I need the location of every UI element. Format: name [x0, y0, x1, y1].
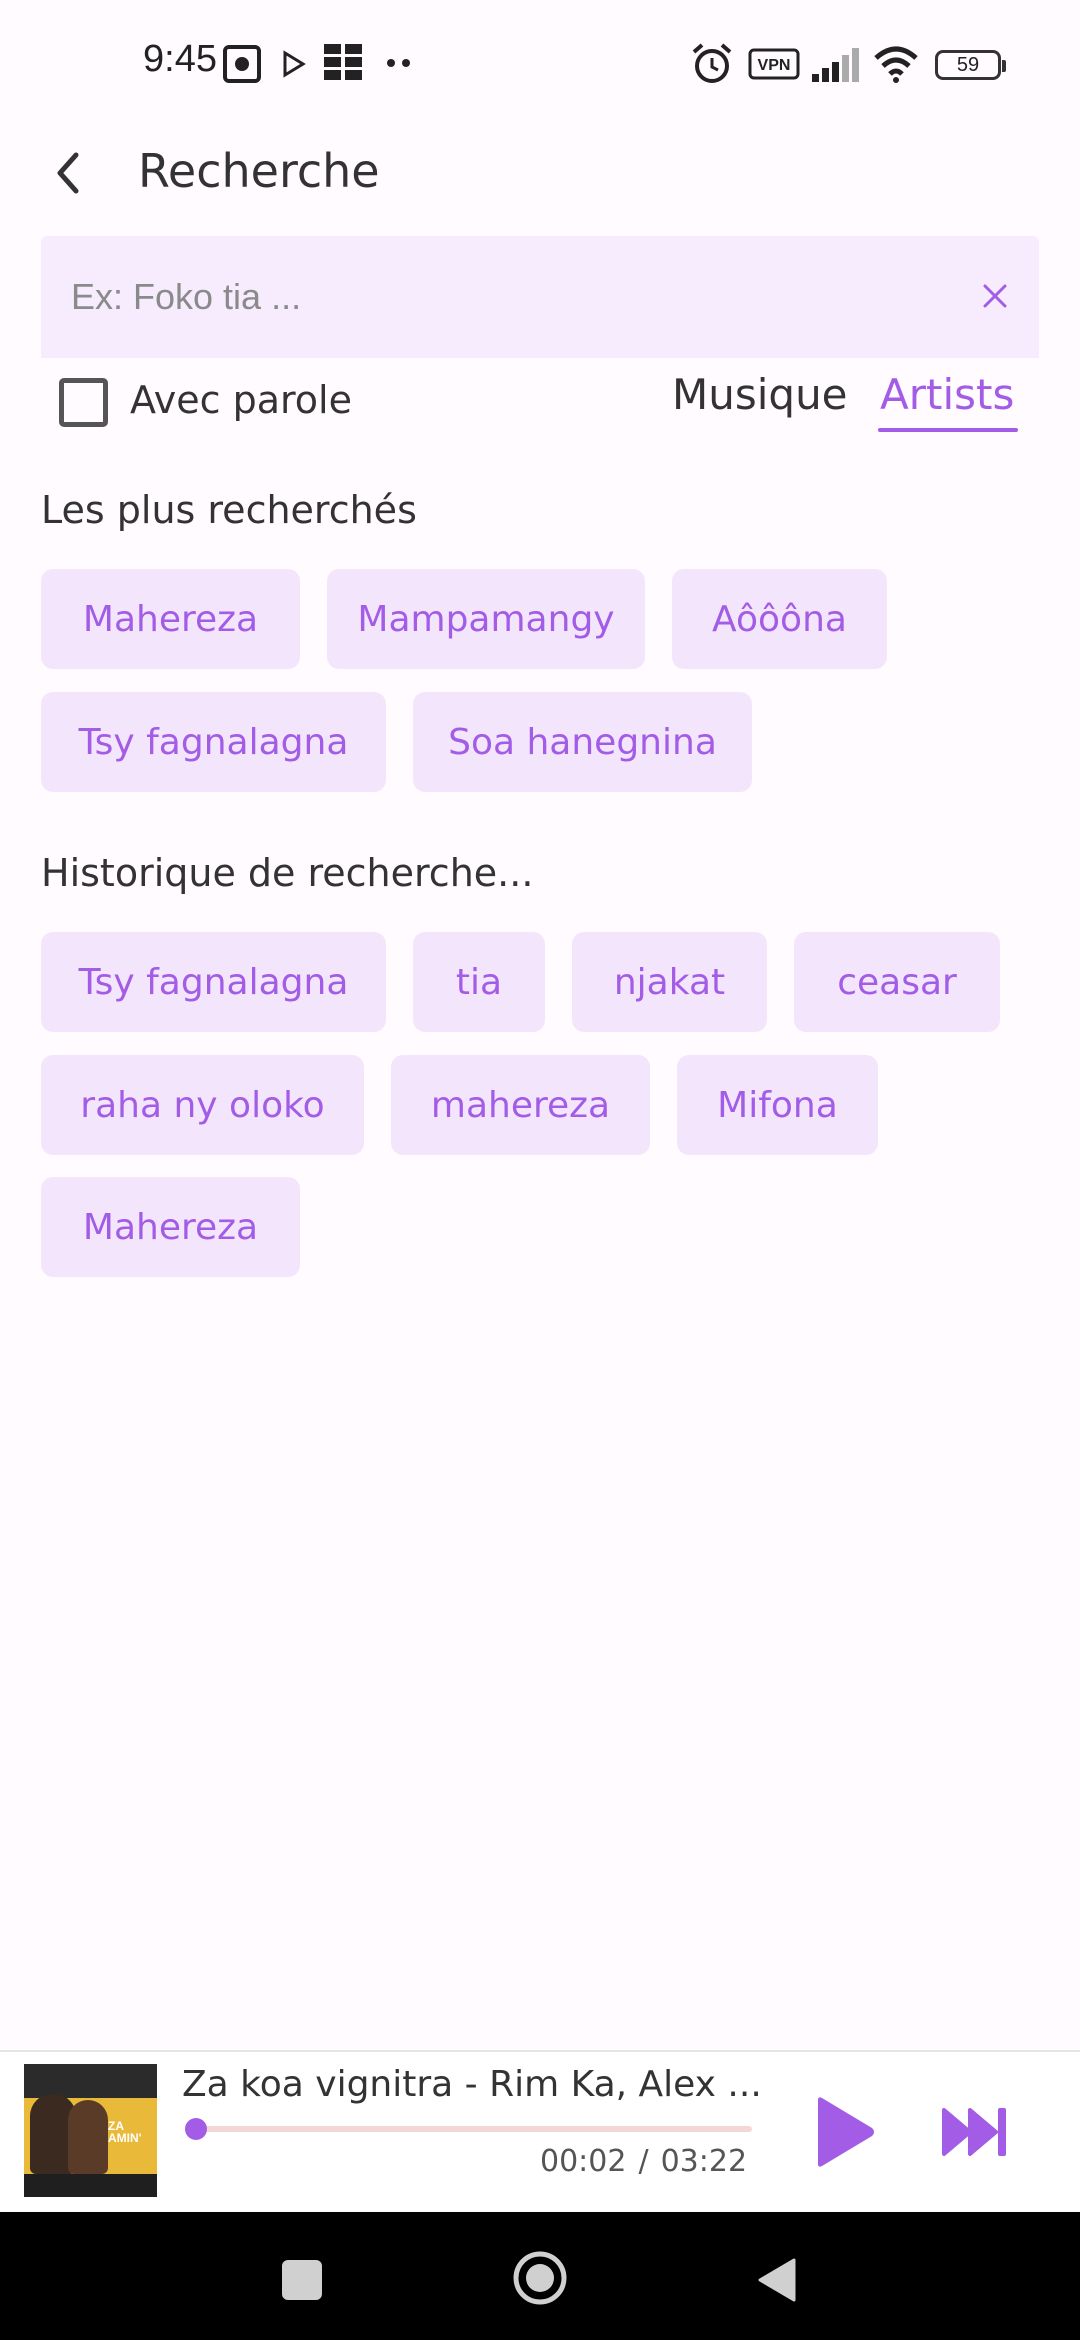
recents-icon[interactable]	[282, 2260, 322, 2300]
album-art[interactable]: ZA AMIN'	[24, 2064, 157, 2197]
alarm-icon	[692, 43, 732, 83]
tab-artists[interactable]: Artists	[880, 370, 1014, 419]
history-chip[interactable]: njakat	[572, 932, 767, 1032]
vpn-label: VPN	[758, 57, 791, 74]
more-dots-icon	[387, 59, 410, 67]
popular-chip[interactable]: Tsy fagnalagna	[41, 692, 386, 792]
history-chip[interactable]: Mahereza	[41, 1177, 300, 1277]
tab-musique[interactable]: Musique	[672, 370, 848, 419]
wifi-icon	[874, 46, 918, 83]
lyrics-checkbox[interactable]	[59, 378, 108, 427]
popular-chip[interactable]: Aôôôna	[672, 569, 887, 669]
screen-record-icon	[223, 45, 261, 83]
history-chip[interactable]: Tsy fagnalagna	[41, 932, 386, 1032]
skip-next-icon[interactable]	[940, 2102, 1012, 2162]
system-nav-bar	[0, 2212, 1080, 2340]
history-section-title: Historique de recherche...	[41, 851, 534, 895]
history-chip[interactable]: raha ny oloko	[41, 1055, 364, 1155]
popular-chip[interactable]: Soa hanegnina	[413, 692, 752, 792]
close-icon[interactable]	[973, 274, 1017, 318]
play-store-icon	[283, 50, 306, 78]
play-icon[interactable]	[808, 2094, 878, 2170]
time-separator: /	[638, 2144, 649, 2179]
total-duration: 03:22	[660, 2144, 748, 2179]
history-chip[interactable]: mahereza	[391, 1055, 650, 1155]
album-art-text: ZA AMIN'	[108, 2119, 142, 2145]
lyrics-checkbox-label[interactable]: Avec parole	[130, 378, 352, 422]
active-tab-indicator	[878, 428, 1018, 432]
history-chip[interactable]: ceasar	[794, 932, 1000, 1032]
track-title[interactable]: Za koa vignitra - Rim Ka, Alex ...	[182, 2064, 762, 2105]
status-bar: 9:45 VPN 59	[0, 0, 1080, 128]
popular-chip[interactable]: Mahereza	[41, 569, 300, 669]
signal-icon	[812, 48, 859, 82]
apps-grid-icon	[324, 44, 362, 80]
app-bar: Recherche	[0, 128, 1080, 238]
search-field[interactable]	[41, 236, 1039, 358]
progress-thumb[interactable]	[184, 2118, 207, 2140]
battery-icon: 59	[935, 50, 1006, 80]
elapsed-time: 00:02	[540, 2144, 627, 2179]
popular-chip[interactable]: Mampamangy	[327, 569, 645, 669]
page-title: Recherche	[138, 144, 380, 198]
time-display: 00:02 / 03:22	[540, 2144, 747, 2179]
search-input[interactable]	[69, 236, 969, 358]
popular-section-title: Les plus recherchés	[41, 488, 417, 532]
vpn-icon: VPN	[748, 48, 800, 80]
progress-slider[interactable]	[184, 2118, 752, 2140]
battery-level: 59	[956, 53, 980, 76]
history-chip[interactable]: Mifona	[677, 1055, 878, 1155]
home-icon[interactable]	[512, 2250, 568, 2306]
mini-player[interactable]: ZA AMIN' Za koa vignitra - Rim Ka, Alex …	[0, 2050, 1080, 2210]
nav-back-icon[interactable]	[756, 2256, 798, 2304]
status-time: 9:45	[143, 38, 217, 80]
back-arrow-icon[interactable]	[40, 143, 100, 203]
history-chip[interactable]: tia	[413, 932, 545, 1032]
